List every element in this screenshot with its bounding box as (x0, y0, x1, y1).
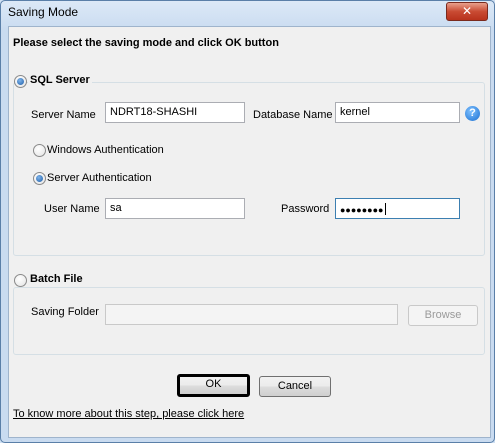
database-name-input[interactable]: kernel (335, 102, 460, 123)
title-bar[interactable]: Saving Mode ✕ (1, 1, 494, 25)
ok-button[interactable]: OK (177, 374, 250, 397)
sql-server-label: SQL Server (28, 74, 92, 86)
password-input[interactable]: ●●●●●●●● (335, 198, 460, 219)
dialog-body: Please select the saving mode and click … (8, 26, 491, 438)
server-name-input[interactable]: NDRT18-SHASHI (105, 102, 245, 123)
text-cursor (384, 203, 386, 215)
server-auth-label[interactable]: Server Authentication (47, 172, 152, 184)
saving-folder-input[interactable] (105, 304, 398, 325)
batch-file-radio[interactable] (14, 274, 27, 287)
windows-auth-label[interactable]: Windows Authentication (47, 144, 164, 156)
close-button[interactable]: ✕ (446, 2, 488, 21)
password-mask: ●●●●●●●● (340, 205, 384, 215)
cancel-button[interactable]: Cancel (259, 376, 331, 397)
password-label: Password (281, 203, 330, 215)
server-name-label: Server Name (31, 109, 96, 121)
browse-button[interactable]: Browse (408, 305, 478, 326)
database-name-label: Database Name (253, 109, 333, 121)
user-name-label: User Name (44, 203, 100, 215)
dialog-window: Saving Mode ✕ Please select the saving m… (0, 0, 495, 443)
help-icon[interactable]: ? (465, 106, 480, 121)
server-auth-radio[interactable] (33, 172, 46, 185)
instruction-heading: Please select the saving mode and click … (13, 37, 279, 49)
help-link[interactable]: To know more about this step, please cli… (13, 408, 244, 420)
batch-file-label: Batch File (28, 273, 85, 285)
user-name-input[interactable]: sa (105, 198, 245, 219)
close-icon: ✕ (461, 4, 473, 18)
window-title: Saving Mode (8, 5, 79, 19)
windows-auth-radio[interactable] (33, 144, 46, 157)
saving-folder-label: Saving Folder (31, 306, 99, 318)
sql-server-radio[interactable] (14, 75, 27, 88)
